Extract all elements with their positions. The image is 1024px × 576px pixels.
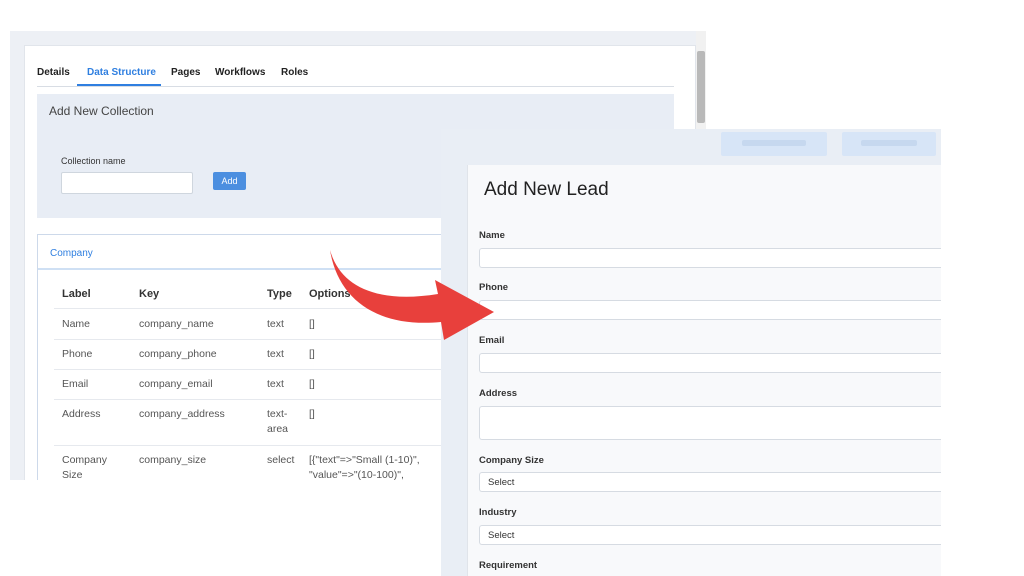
tab-roles[interactable]: Roles [281,67,308,78]
requirement-label: Requirement [479,560,538,571]
table-row-label: Address [62,408,101,420]
table-row-options: [] [309,408,315,420]
arrow-body [330,250,494,340]
company-size-label: Company Size [479,455,544,466]
faded-button-label [742,140,806,146]
table-row-options: [{"text"=>"Small (1-10)", "value"=>"(10-… [309,454,420,480]
table-row-options: [] [309,378,315,390]
table-row-key: company_name [139,318,214,330]
table-row-label: Name [62,318,91,330]
industry-label: Industry [479,507,517,518]
row-divider [54,399,444,400]
table-row-type: text [267,348,284,360]
column-header-type: Type [267,288,292,300]
tab-details[interactable]: Details [37,67,70,78]
company-size-select[interactable]: Select [479,472,941,492]
table-row-type: text-area [267,408,289,435]
row-divider [54,369,444,370]
row-divider [54,445,444,446]
faded-button-label [860,140,918,146]
email-input[interactable] [479,353,941,373]
tab-data-structure[interactable]: Data Structure [87,67,156,78]
add-lead-form-screenshot: Add New Lead Name Phone Email Address Co… [441,129,941,576]
table-row-label: Company Size [62,454,107,480]
collection-name-input[interactable] [61,172,193,194]
table-row-type: text [267,378,284,390]
add-lead-form: Add New Lead Name Phone Email Address Co… [467,165,941,576]
form-title: Add New Lead [484,179,609,200]
table-row-options: [] [309,348,315,360]
table-row-key: company_size [139,454,207,466]
add-collection-title: Add New Collection [49,104,154,118]
table-row-label: Email [62,378,89,390]
phone-input[interactable] [479,300,941,320]
toolbar-button-faded[interactable] [721,132,827,156]
name-input[interactable] [479,248,941,268]
table-row-type: text [267,318,284,330]
tab-divider [37,86,674,87]
collection-name-label: Collection name [61,156,126,166]
table-row-type: select [267,454,295,466]
address-label: Address [479,388,518,399]
tab-workflows[interactable]: Workflows [215,67,265,78]
add-collection-button[interactable]: Add [213,172,246,190]
table-row-options: [] [309,318,315,330]
curved-arrow-icon [330,250,494,340]
scrollbar-thumb[interactable] [697,51,705,123]
column-header-label: Label [62,288,91,300]
industry-select[interactable]: Select [479,525,941,545]
company-collection-title: Company [50,248,93,259]
table-row-key: company_address [139,408,225,420]
tab-bar: Details Data Structure Pages Workflows R… [25,46,675,88]
table-row-label: Phone [62,348,93,360]
table-row-key: company_phone [139,348,217,360]
tab-pages[interactable]: Pages [171,67,200,78]
table-row-key: company_email [139,378,213,390]
address-textarea[interactable] [479,406,941,440]
column-header-key: Key [139,288,160,300]
toolbar-button-faded[interactable] [842,132,936,156]
